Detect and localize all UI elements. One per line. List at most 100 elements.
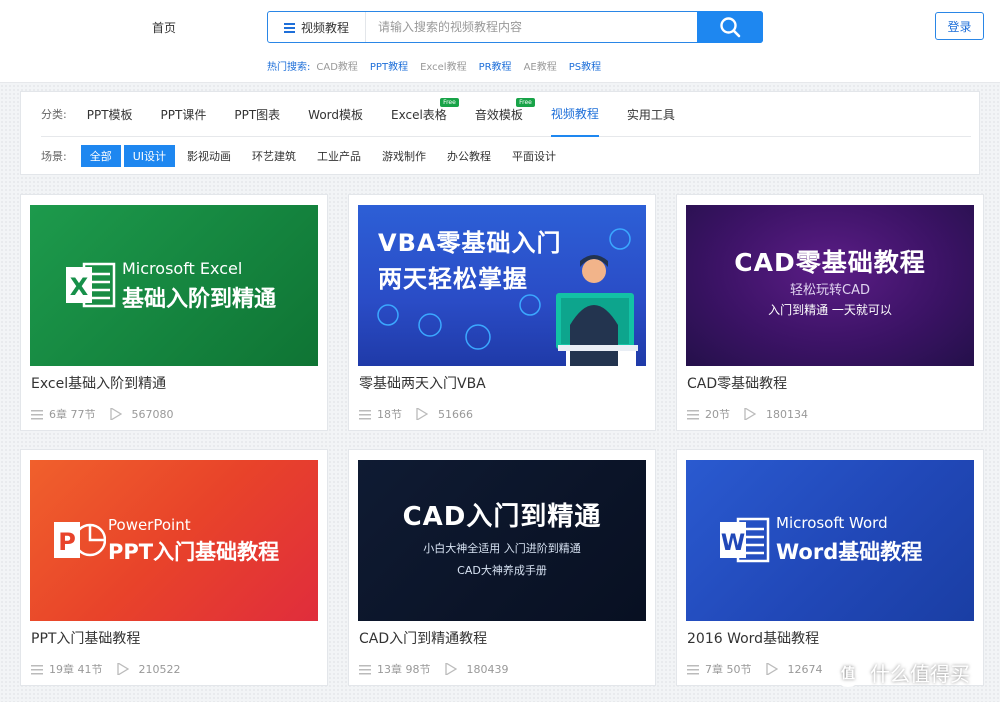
play-icon [109,408,122,420]
list-icon [687,664,699,674]
person-at-desk-illustration [377,228,638,366]
thumbnail-title: 基础入阶到精通 [122,287,277,312]
thumbnail-subtitle: 小白大神全适用 入门进阶到精通 [423,542,581,555]
thumbnail-subtitle: 轻松玩转CAD [790,283,870,298]
hot-search-label: 热门搜索: [267,62,311,73]
play-icon [744,408,756,420]
list-icon [31,664,43,674]
free-badge: Free [440,97,459,107]
play-count: 51666 [438,407,473,421]
play-icon [444,663,457,675]
course-card[interactable]: X Microsoft Excel 基础入阶到精通 Excel基础入阶到精通 6… [20,194,328,431]
course-meta: 20节 180134 [687,406,808,422]
lesson-count: 19章 41节 [49,663,103,676]
course-thumbnail[interactable]: CAD零基础教程 轻松玩转CAD 入门到精通 一天就可以 [686,205,974,366]
play-count: 180439 [466,662,509,676]
site-header: 首页 视频教程 热门搜索: CAD教程 PPT教程 Excel教程 PR教程 A… [0,0,1000,83]
search-button[interactable] [697,11,763,43]
course-thumbnail[interactable]: VBA零基础入门 两天轻松掌握 [358,205,646,366]
scene-architecture[interactable]: 环艺建筑 [252,145,296,167]
course-title[interactable]: CAD零基础教程 [687,373,787,393]
free-badge: Free [516,97,535,107]
play-count: 180134 [766,407,808,421]
scene-industrial[interactable]: 工业产品 [317,145,361,167]
lesson-count: 20节 [705,408,730,421]
play-icon [765,663,778,675]
course-meta: 7章 50节 12674 [687,661,823,677]
thumbnail-title: CAD零基础教程 [734,248,926,277]
menu-icon [284,22,295,33]
thumbnail-title: Word基础教程 [776,540,923,564]
course-card[interactable]: W Microsoft Word Word基础教程 2016 Word基础教程 … [676,449,984,686]
word-logo-icon: W [720,517,770,563]
course-title[interactable]: 2016 Word基础教程 [687,628,819,648]
hot-search-excel[interactable]: Excel教程 [420,58,467,73]
hot-search-ps[interactable]: PS教程 [569,58,601,73]
course-title[interactable]: PPT入门基础教程 [31,628,140,648]
search-input[interactable] [366,12,697,42]
svg-text:W: W [721,531,745,556]
category-label: 分类: [41,108,67,121]
filter-panel: 分类: PPT模板 PPT课件 PPT图表 Word模板 Excel表格 Fre… [20,91,980,175]
search-type-dropdown[interactable]: 视频教程 [268,12,366,42]
course-thumbnail[interactable]: W Microsoft Word Word基础教程 [686,460,974,621]
list-icon [687,409,699,419]
search-type-label: 视频教程 [301,20,350,35]
thumbnail-subtitle: Microsoft Excel [122,259,243,278]
scene-film-animation[interactable]: 影视动画 [187,145,231,167]
course-thumbnail[interactable]: X Microsoft Excel 基础入阶到精通 [30,205,318,366]
hot-search-cad[interactable]: CAD教程 [316,58,358,73]
category-video-tutorial[interactable]: 视频教程 [550,92,599,137]
login-button[interactable]: 登录 [935,12,984,40]
course-meta: 13章 98节 180439 [359,661,509,677]
lesson-count: 6章 77节 [49,408,96,421]
category-word-template[interactable]: Word模板 [308,92,363,137]
watermark-logo-icon: 值 [834,658,862,687]
powerpoint-logo-icon: P [54,522,106,558]
thumbnail-caption: CAD大神养成手册 [457,564,547,577]
scene-game[interactable]: 游戏制作 [382,145,426,167]
list-icon [31,409,43,419]
course-card[interactable]: P PowerPoint PPT入门基础教程 PPT入门基础教程 19章 41节… [20,449,328,686]
category-sound-template[interactable]: 音效模板 Free [475,92,535,137]
lesson-count: 18节 [377,408,402,421]
list-icon [359,664,371,674]
thumbnail-subtitle: PowerPoint [108,516,191,534]
course-card[interactable]: CAD零基础教程 轻松玩转CAD 入门到精通 一天就可以 CAD零基础教程 20… [676,194,984,431]
scene-office[interactable]: 办公教程 [447,145,491,167]
category-ppt-template[interactable]: PPT模板 [87,92,133,137]
play-count: 12674 [787,662,823,676]
svg-text:P: P [58,528,76,556]
hot-search: 热门搜索: CAD教程 PPT教程 Excel教程 PR教程 AE教程 PS教程 [267,58,613,73]
category-tools[interactable]: 实用工具 [627,92,675,137]
category-ppt-chart[interactable]: PPT图表 [234,92,280,137]
svg-text:X: X [70,273,89,301]
course-thumbnail[interactable]: P PowerPoint PPT入门基础教程 [30,460,318,621]
course-title[interactable]: CAD入门到精通教程 [359,628,487,648]
scene-graphic[interactable]: 平面设计 [512,145,556,167]
nav-home-link[interactable]: 首页 [152,19,176,36]
course-thumbnail[interactable]: CAD入门到精通 小白大神全适用 入门进阶到精通 CAD大神养成手册 [358,460,646,621]
thumbnail-subtitle: Microsoft Word [776,514,888,532]
lesson-count: 7章 50节 [705,663,752,676]
scene-all[interactable]: 全部 [80,145,121,167]
hot-search-ppt[interactable]: PPT教程 [370,58,408,73]
course-title[interactable]: Excel基础入阶到精通 [31,373,166,393]
category-ppt-courseware[interactable]: PPT课件 [161,92,207,137]
course-card[interactable]: VBA零基础入门 两天轻松掌握 零基础两天入门VBA 18节 51666 [348,194,656,431]
play-count: 210522 [138,662,181,676]
hot-search-ae[interactable]: AE教程 [524,58,557,73]
course-meta: 18节 51666 [359,406,473,422]
excel-logo-icon: X [66,262,116,308]
lesson-count: 13章 98节 [377,663,431,676]
play-icon [116,663,129,675]
course-title[interactable]: 零基础两天入门VBA [359,373,486,393]
thumbnail-title: CAD入门到精通 [402,502,602,532]
course-card[interactable]: CAD入门到精通 小白大神全适用 入门进阶到精通 CAD大神养成手册 CAD入门… [348,449,656,686]
category-excel-sheet[interactable]: Excel表格 Free [391,92,459,137]
play-icon [416,408,428,420]
hot-search-pr[interactable]: PR教程 [479,58,512,73]
thumbnail-caption: 入门到精通 一天就可以 [768,303,892,317]
category-row: 分类: PPT模板 PPT课件 PPT图表 Word模板 Excel表格 Fre… [41,92,971,137]
scene-ui-design[interactable]: UI设计 [123,145,176,167]
